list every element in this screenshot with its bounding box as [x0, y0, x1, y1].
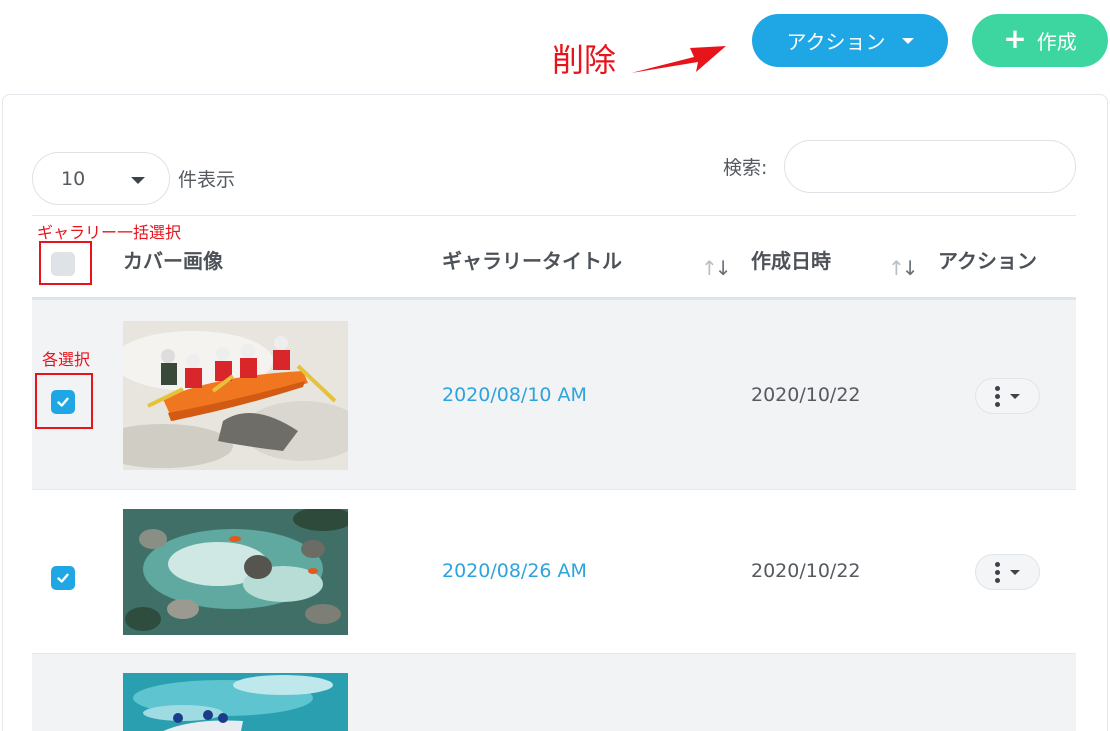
column-header-gallery-title[interactable]: ギャラリータイトル: [442, 245, 622, 274]
checkmark-icon: [57, 573, 69, 583]
row-action-dropdown[interactable]: [975, 378, 1040, 414]
annotation-select-each-note: 各選択: [42, 350, 91, 369]
create-button[interactable]: + 作成: [972, 14, 1108, 67]
page-length-label: 件表示: [178, 169, 236, 191]
cover-image-thumbnail[interactable]: [123, 673, 348, 731]
caret-down-icon: [901, 37, 914, 44]
annotation-delete-note: 削除: [552, 41, 617, 79]
action-dropdown-button[interactable]: アクション: [752, 14, 948, 67]
annotation-select-all-note: ギャラリー一括選択: [37, 223, 182, 242]
plus-icon: +: [1003, 22, 1027, 55]
gallery-title-link[interactable]: 2020/08/26 AM: [442, 560, 587, 582]
created-date: 2020/10/22: [751, 384, 861, 406]
column-header-action: アクション: [938, 249, 1037, 273]
caret-down-icon: [131, 177, 145, 184]
cover-image-thumbnail[interactable]: [123, 509, 348, 635]
column-header-created-date[interactable]: 作成日時: [751, 245, 831, 274]
rafting-image: [123, 673, 348, 731]
caret-down-icon: [1010, 569, 1020, 575]
sort-icon[interactable]: ↑↓: [888, 256, 918, 280]
sort-icon[interactable]: ↑↓: [701, 256, 731, 280]
action-button-label: アクション: [786, 30, 886, 54]
row-select-checkbox[interactable]: [51, 566, 75, 590]
cover-image-thumbnail[interactable]: [123, 321, 348, 470]
checkmark-icon: [57, 397, 69, 407]
row-divider: [32, 489, 1076, 490]
kebab-menu-icon: [995, 561, 1000, 583]
search-label: 検索:: [723, 157, 768, 179]
caret-down-icon: [1010, 393, 1020, 399]
annotation-arrow-icon: [631, 46, 726, 73]
gallery-title-link[interactable]: 2020/08/10 AM: [442, 384, 587, 406]
page-length-select[interactable]: 10: [32, 152, 170, 205]
create-button-label: 作成: [1036, 30, 1077, 54]
page-length-value: 10: [61, 167, 86, 190]
search-input[interactable]: [784, 140, 1076, 193]
divider: [32, 215, 1076, 216]
river-rocks-image: [123, 509, 348, 635]
row-select-checkbox[interactable]: [51, 390, 75, 414]
kebab-menu-icon: [995, 385, 1000, 407]
row-action-dropdown[interactable]: [975, 554, 1040, 590]
select-all-checkbox[interactable]: [51, 252, 75, 276]
rafting-image: [123, 321, 348, 470]
column-header-cover-image: カバー画像: [123, 249, 223, 273]
created-date: 2020/10/22: [751, 560, 861, 582]
